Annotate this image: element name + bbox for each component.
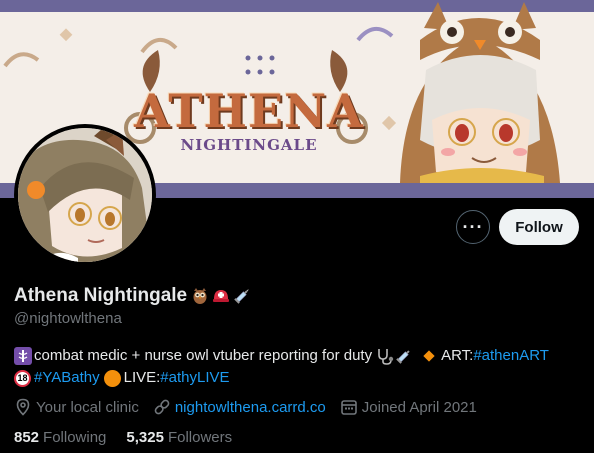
more-dots-icon: ··· bbox=[462, 216, 484, 237]
name-row: Athena Nightingale bbox=[14, 283, 251, 309]
location-item: Your local clinic bbox=[14, 398, 139, 416]
joined-item: Joined April 2021 bbox=[340, 398, 477, 416]
link-icon bbox=[154, 399, 170, 415]
orange-circle-icon bbox=[103, 369, 121, 387]
calendar-icon bbox=[340, 400, 357, 415]
following-count: 852 bbox=[14, 429, 40, 446]
art-label: ART: bbox=[441, 347, 474, 364]
syringe-icon bbox=[234, 289, 249, 304]
hashtag-athylive-link[interactable]: #athyLIVE bbox=[160, 367, 229, 389]
following-label: Following bbox=[43, 429, 107, 446]
more-options-button[interactable]: ··· bbox=[456, 210, 490, 244]
banner-logo-title: ATHENA bbox=[134, 84, 364, 138]
handle: @nightowlthena bbox=[14, 310, 122, 327]
bio: combat medic + nurse owl vtuber reportin… bbox=[14, 345, 584, 389]
bio-line-2: 18 #YABathy LIVE: #athyLIVE bbox=[14, 367, 584, 389]
following-stat[interactable]: 852 Following bbox=[14, 429, 106, 446]
profile-page: ATHENA NIGHTINGALE ··· Follow Athena Nig… bbox=[0, 0, 594, 453]
medical-symbol-icon bbox=[14, 347, 32, 365]
banner-logo-subtitle: NIGHTINGALE bbox=[180, 136, 318, 154]
display-name: Athena Nightingale bbox=[14, 285, 188, 306]
location-text: Your local clinic bbox=[36, 398, 139, 416]
follow-button[interactable]: Follow bbox=[499, 209, 579, 245]
name-emojis bbox=[191, 287, 251, 305]
syringe-icon bbox=[396, 350, 410, 364]
banner-logo: ATHENA NIGHTINGALE bbox=[118, 62, 380, 166]
avatar-image bbox=[18, 128, 152, 262]
rescue-helmet-icon bbox=[213, 290, 230, 302]
followers-count: 5,325 bbox=[126, 429, 164, 446]
website-link[interactable]: nightowlthena.carrd.co bbox=[175, 399, 326, 416]
followers-label: Followers bbox=[167, 429, 233, 446]
live-label: LIVE: bbox=[123, 369, 161, 386]
orange-diamond-icon bbox=[423, 350, 435, 362]
bio-text: combat medic + nurse owl vtuber reportin… bbox=[34, 347, 373, 364]
no-under-18-icon: 18 bbox=[14, 369, 31, 387]
avatar[interactable] bbox=[14, 124, 156, 266]
chibi-owl-character bbox=[400, 2, 560, 183]
website-item: nightowlthena.carrd.co bbox=[153, 398, 326, 416]
owl-icon bbox=[193, 288, 207, 304]
joined-text: Joined April 2021 bbox=[361, 398, 477, 416]
bio-line-1: combat medic + nurse owl vtuber reportin… bbox=[14, 345, 584, 367]
hashtag-yabathy-link[interactable]: #YABathy bbox=[34, 367, 100, 389]
profile-meta: Your local clinic nightowlthena.carrd.co… bbox=[14, 398, 491, 416]
hashtag-athenart-link[interactable]: #athenART bbox=[473, 345, 549, 367]
location-pin-icon bbox=[16, 398, 30, 416]
followers-stat[interactable]: 5,325 Followers bbox=[126, 429, 232, 446]
follow-stats: 852 Following 5,325 Followers bbox=[14, 429, 252, 446]
stethoscope-icon bbox=[378, 349, 394, 365]
